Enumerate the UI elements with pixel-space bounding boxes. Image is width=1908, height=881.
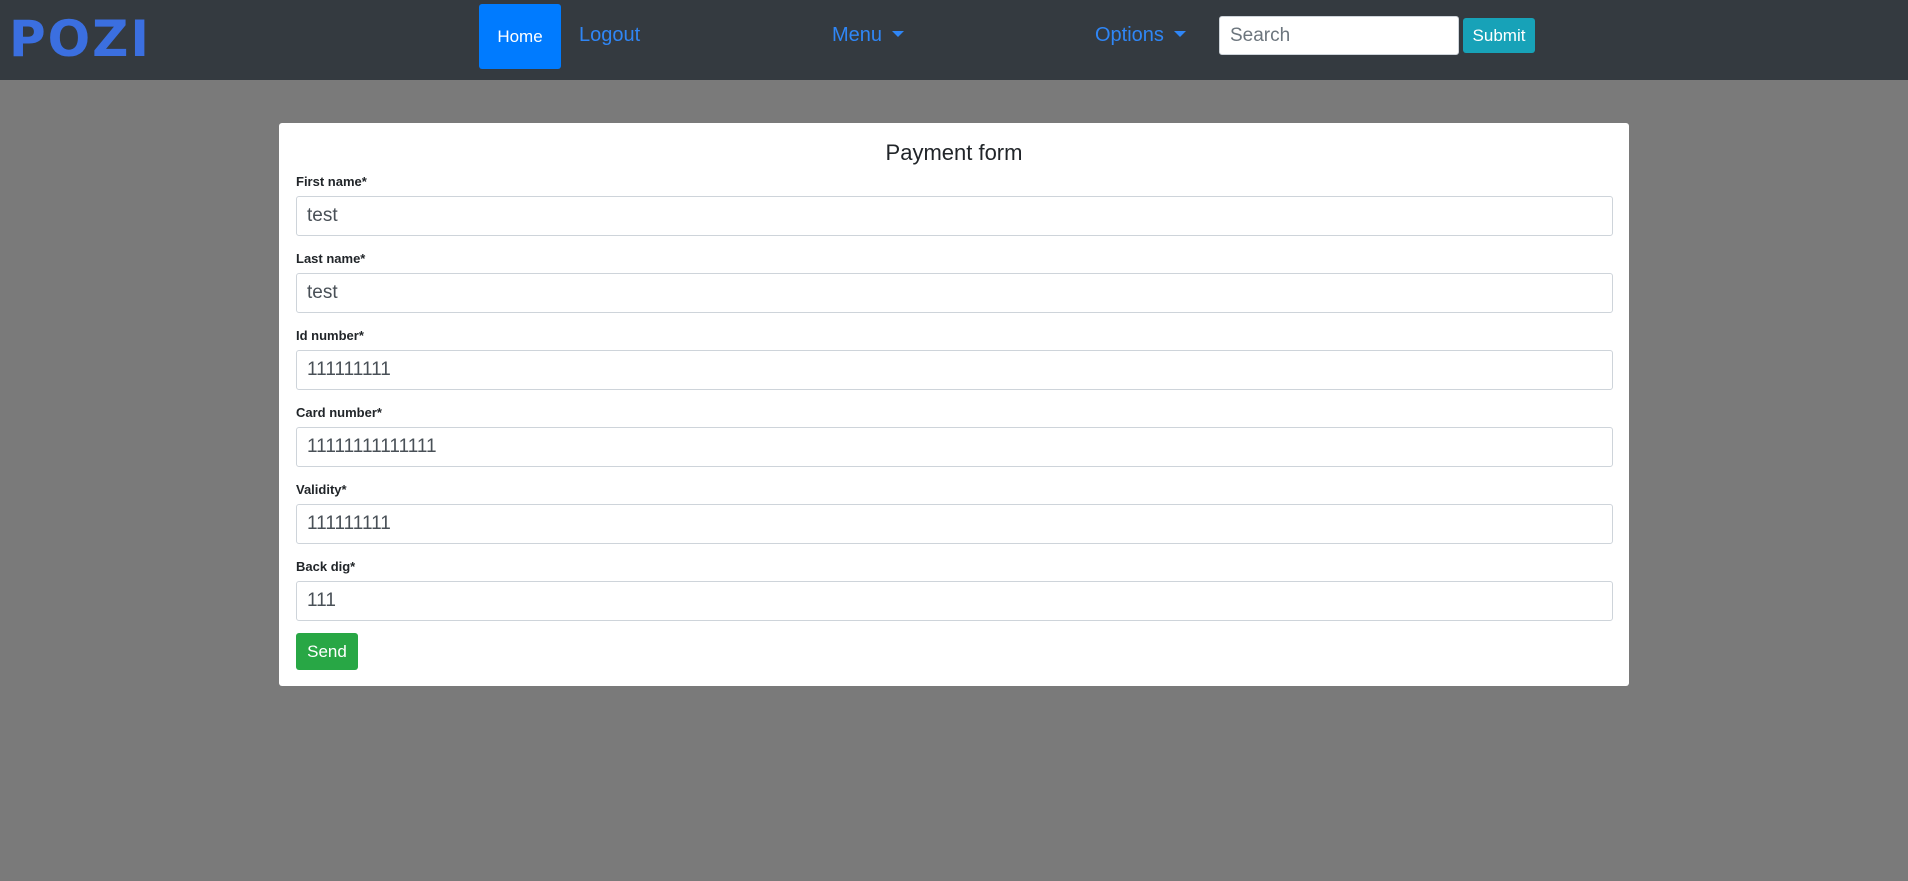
brand-logo[interactable]: POZI xyxy=(9,12,151,66)
last-name-field[interactable] xyxy=(296,273,1613,313)
card-number-label: Card number* xyxy=(296,405,382,420)
nav-menu-dropdown[interactable]: Menu xyxy=(832,22,905,48)
first-name-label: First name* xyxy=(296,174,367,189)
payment-form-card: Payment form First name* Last name* Id n… xyxy=(279,123,1629,686)
validity-label: Validity* xyxy=(296,482,347,497)
first-name-field[interactable] xyxy=(296,196,1613,236)
back-dig-field[interactable] xyxy=(296,581,1613,621)
nav-home-button[interactable]: Home xyxy=(479,4,561,69)
last-name-label: Last name* xyxy=(296,251,366,266)
top-navbar: POZI Home Logout Menu Options Submit xyxy=(0,0,1908,80)
id-number-label: Id number* xyxy=(296,328,364,343)
chevron-down-icon xyxy=(892,30,905,37)
nav-options-label: Options xyxy=(1095,24,1164,46)
validity-field[interactable] xyxy=(296,504,1613,544)
nav-menu-label: Menu xyxy=(832,24,883,46)
nav-logout-link[interactable]: Logout xyxy=(579,22,640,48)
nav-options-dropdown[interactable]: Options xyxy=(1095,22,1186,48)
card-number-field[interactable] xyxy=(296,427,1613,467)
back-dig-label: Back dig* xyxy=(296,559,356,574)
send-button[interactable]: Send xyxy=(296,633,358,670)
search-submit-button[interactable]: Submit xyxy=(1463,18,1535,53)
form-title: Payment form xyxy=(885,140,1023,165)
id-number-field[interactable] xyxy=(296,350,1613,390)
search-input[interactable] xyxy=(1219,16,1459,55)
chevron-down-icon xyxy=(1173,30,1186,37)
